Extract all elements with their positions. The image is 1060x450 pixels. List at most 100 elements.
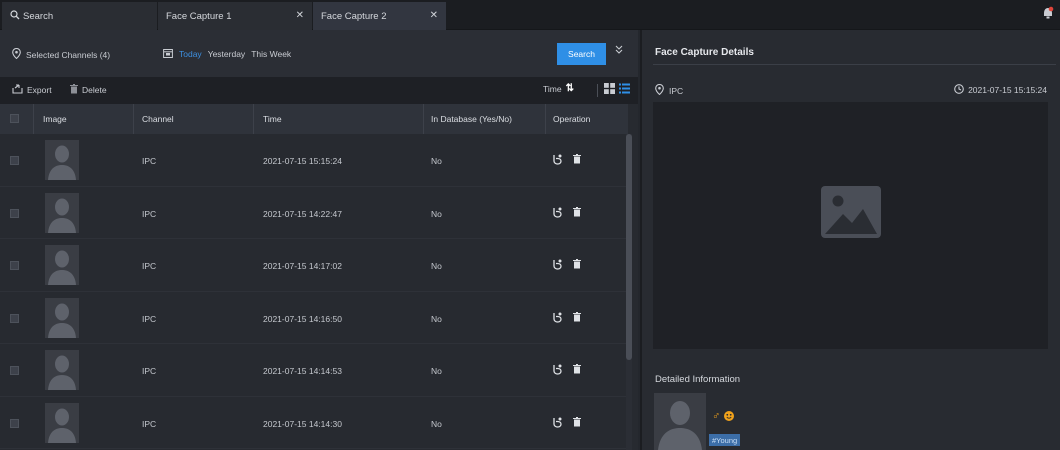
row-checkbox[interactable] (10, 261, 19, 270)
search-icon (10, 9, 20, 23)
column-divider (133, 104, 134, 134)
tab-search-label: Search (23, 10, 54, 22)
tab-face-capture-1[interactable]: Face Capture 1 ✕ (158, 2, 312, 30)
row-in-database: No (431, 418, 442, 429)
date-range-selector: Today Yesterday This Week (163, 48, 291, 60)
sort-label: Time (543, 83, 562, 94)
close-icon[interactable]: ✕ (430, 10, 438, 21)
row-channel: IPC (142, 418, 157, 429)
capture-list-panel: Selected Channels (4) Today Yesterday Th… (0, 30, 638, 450)
face-thumbnail[interactable] (45, 140, 79, 180)
image-placeholder-icon (821, 186, 881, 238)
grid-view-icon[interactable] (604, 83, 615, 96)
trash-icon[interactable] (573, 154, 581, 167)
row-in-database: No (431, 208, 442, 219)
trash-icon[interactable] (573, 259, 581, 272)
table-row[interactable]: IPC 2021-07-15 14:14:30 No (0, 396, 628, 449)
row-in-database: No (431, 261, 442, 271)
row-channel: IPC (142, 366, 157, 376)
capture-timestamp: 2021-07-15 15:15:24 (954, 84, 1047, 96)
smile-icon (724, 411, 734, 421)
date-option-this-week[interactable]: This Week (251, 49, 291, 59)
track-icon[interactable] (552, 207, 563, 221)
trash-icon[interactable] (573, 206, 581, 220)
view-divider (597, 84, 598, 97)
face-capture-details-panel: Face Capture Details IPC 2021-07-15 15:1… (642, 30, 1060, 450)
capture-image-preview[interactable] (653, 102, 1048, 349)
column-header-image: Image (43, 114, 67, 124)
date-option-today[interactable]: Today (179, 49, 202, 59)
clock-icon (954, 84, 964, 96)
trash-icon[interactable] (573, 311, 581, 325)
face-thumbnail[interactable] (45, 192, 79, 233)
track-icon[interactable] (552, 312, 563, 326)
alarm-icon[interactable] (1042, 6, 1054, 20)
table-row[interactable]: IPC 2021-07-15 14:14:53 No (0, 344, 628, 397)
track-icon[interactable] (552, 154, 563, 168)
channel-selector[interactable]: Selected Channels (4) (12, 47, 111, 61)
row-checkbox[interactable] (10, 156, 19, 165)
export-icon (12, 84, 23, 96)
sort-by-time[interactable]: Time ⇅ (543, 83, 574, 94)
delete-label: Delete (82, 85, 107, 95)
tab-face-capture-2-label: Face Capture 2 (321, 10, 387, 22)
face-thumbnail[interactable] (45, 402, 79, 443)
details-title-rule (653, 64, 1056, 65)
location-pin-icon (655, 83, 664, 97)
trash-icon[interactable] (573, 416, 581, 430)
track-icon[interactable] (552, 364, 563, 378)
table-row[interactable]: IPC 2021-07-15 14:22:47 No (0, 186, 628, 239)
column-divider (253, 104, 254, 134)
row-in-database: No (431, 313, 442, 324)
row-time: 2021-07-15 14:14:30 (263, 418, 342, 429)
export-label: Export (27, 85, 52, 95)
face-thumbnail[interactable] (654, 393, 706, 450)
row-checkbox[interactable] (10, 366, 19, 375)
list-scrollbar[interactable] (626, 134, 632, 450)
close-icon[interactable]: ✕ (296, 10, 304, 21)
select-all-checkbox[interactable] (10, 114, 19, 123)
list-view-icon[interactable] (619, 83, 630, 96)
tab-face-capture-1-label: Face Capture 1 (166, 10, 232, 22)
track-icon[interactable] (552, 417, 563, 431)
collapse-filter-icon[interactable] (615, 45, 623, 58)
attribute-tag: #Young (709, 434, 741, 446)
date-option-yesterday[interactable]: Yesterday (208, 49, 246, 59)
tab-face-capture-2[interactable]: Face Capture 2 ✕ (313, 2, 446, 30)
row-channel: IPC (142, 261, 157, 271)
row-time: 2021-07-15 14:16:50 (263, 313, 342, 324)
list-toolbar: Export Delete Time ⇅ (0, 77, 638, 104)
track-icon[interactable] (552, 259, 563, 273)
row-checkbox[interactable] (10, 418, 19, 428)
row-in-database: No (431, 156, 442, 166)
scrollbar-thumb[interactable] (626, 134, 632, 360)
face-thumbnail[interactable] (45, 350, 79, 390)
search-button[interactable]: Search (557, 43, 606, 65)
face-thumbnail[interactable] (45, 297, 79, 338)
row-checkbox[interactable] (10, 208, 19, 218)
filter-bar: Selected Channels (4) Today Yesterday Th… (0, 30, 638, 77)
sort-arrows-icon: ⇅ (565, 83, 574, 94)
selected-channels-label: Selected Channels (4) (26, 49, 111, 60)
tab-bar: Search Face Capture 1 ✕ Face Capture 2 ✕ (0, 0, 1060, 30)
trash-icon (70, 84, 78, 96)
row-channel: IPC (142, 156, 157, 166)
table-row[interactable]: IPC 2021-07-15 14:16:50 No (0, 291, 628, 344)
row-checkbox[interactable] (10, 313, 19, 323)
tab-search[interactable]: Search (2, 2, 157, 30)
row-time: 2021-07-15 14:17:02 (263, 261, 342, 271)
delete-button[interactable]: Delete (70, 84, 107, 96)
table-row[interactable]: IPC 2021-07-15 14:17:02 No (0, 239, 628, 292)
male-icon: ♂ (712, 410, 721, 422)
face-thumbnail[interactable] (45, 245, 79, 285)
timestamp-label: 2021-07-15 15:15:24 (968, 85, 1047, 95)
location-label: IPC (669, 85, 684, 96)
export-button[interactable]: Export (12, 84, 52, 96)
row-time: 2021-07-15 14:22:47 (263, 208, 342, 219)
capture-location: IPC (655, 83, 684, 97)
calendar-icon[interactable] (163, 48, 173, 60)
capture-table-body: IPC 2021-07-15 15:15:24 No IPC 2021-07-1… (0, 134, 628, 449)
row-time: 2021-07-15 14:14:53 (263, 366, 342, 376)
trash-icon[interactable] (573, 364, 581, 377)
table-row[interactable]: IPC 2021-07-15 15:15:24 No (0, 134, 628, 187)
